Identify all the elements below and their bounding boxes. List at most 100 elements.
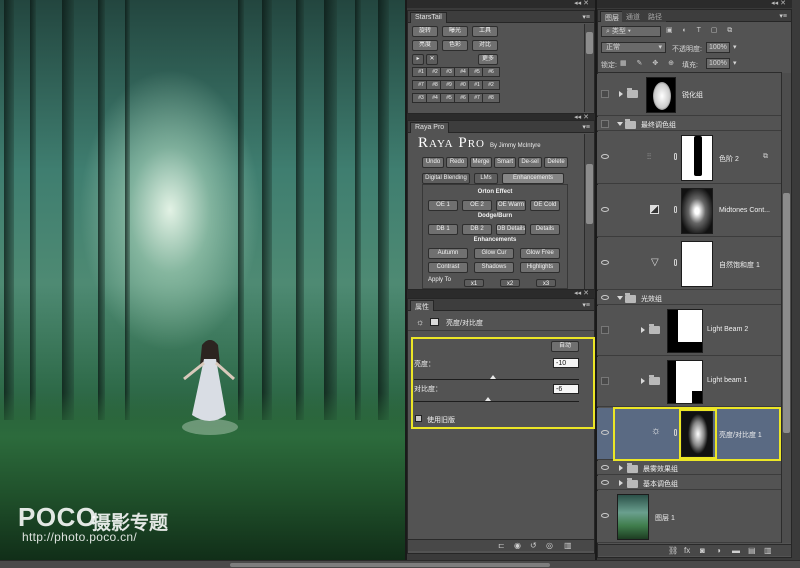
eye-icon[interactable] [601, 465, 609, 470]
layer-row-group[interactable]: Light Beam 2 [597, 306, 781, 356]
raya-desel-button[interactable]: De-sel [518, 157, 542, 168]
blend-mode-dropdown[interactable]: 正常 ▾ [601, 42, 666, 53]
layer-row-group[interactable]: 晨雾效果组 [597, 461, 781, 475]
brightness-slider-track[interactable] [414, 379, 579, 380]
panel-menu-icon[interactable]: ▾≡ [582, 123, 590, 131]
scrollbar-thumb[interactable] [783, 193, 790, 433]
layer-row[interactable]: 图层 1 [597, 491, 781, 543]
play-icon[interactable]: ▸ [412, 54, 424, 65]
scrollbar-thumb[interactable] [230, 563, 550, 567]
layer-row[interactable]: ⫶⫶ 色阶 2 ⧉ [597, 132, 781, 184]
eye-icon[interactable] [601, 260, 609, 265]
mask-icon[interactable] [430, 318, 439, 326]
apply-option[interactable]: x2 [500, 279, 520, 287]
raya-redo-button[interactable]: Redo [446, 157, 468, 168]
trash-icon[interactable]: ▥ [764, 546, 772, 555]
raya-db-details-button[interactable]: DB Details [496, 224, 526, 235]
expand-arrow-icon[interactable] [619, 465, 623, 471]
new-layer-icon[interactable]: ▤ [748, 546, 756, 555]
layers-scrollbar[interactable] [781, 73, 791, 543]
visibility-icon[interactable]: ◎ [546, 541, 553, 550]
raya-undo-button[interactable]: Undo [422, 157, 444, 168]
starstail-grid-button[interactable]: #8 [482, 93, 500, 103]
layer-row-group[interactable]: 最终调色组 [597, 117, 781, 131]
panel-menu-icon[interactable]: ▾≡ [779, 12, 787, 20]
eye-icon[interactable] [601, 513, 609, 518]
visibility-toggle[interactable] [601, 120, 609, 128]
layer-row-group[interactable]: Light beam 1 [597, 357, 781, 407]
apply-option[interactable]: x1 [464, 279, 484, 287]
view-previous-icon[interactable]: ◉ [514, 541, 521, 550]
starstail-grid-button[interactable]: #6 [482, 67, 500, 77]
contrast-slider-thumb[interactable] [485, 397, 491, 401]
eye-icon[interactable] [601, 295, 609, 300]
mask-icon[interactable]: ◙ [700, 546, 705, 555]
tab-layers[interactable]: 图层 [600, 11, 624, 22]
layer-row[interactable]: ▽ 自然饱和度 1 [597, 238, 781, 290]
window-horizontal-scrollbar[interactable] [0, 560, 800, 568]
starstail-more-button[interactable]: 更多 [478, 54, 498, 65]
raya-smart-button[interactable]: Smart [494, 157, 516, 168]
scrollbar-thumb[interactable] [586, 164, 593, 224]
visibility-toggle[interactable] [601, 90, 609, 98]
tab-paths[interactable]: 路径 [644, 11, 666, 22]
layer-filter-icons[interactable]: ▣ ◐ T ▢ ⧉ [666, 26, 776, 37]
scrollbar-thumb[interactable] [586, 32, 593, 54]
brightness-value-field[interactable]: -10 [553, 358, 579, 368]
raya-highlights-button[interactable]: Highlights [520, 262, 560, 273]
trash-icon[interactable]: ▥ [564, 541, 572, 550]
raya-contrast-button[interactable]: Contrast [428, 262, 468, 273]
reset-icon[interactable]: ↺ [530, 541, 537, 550]
adjustment-icon[interactable]: ◑ [716, 546, 721, 555]
raya-details-button[interactable]: Details [530, 224, 560, 235]
expand-arrow-icon[interactable] [619, 480, 623, 486]
expand-arrow-icon[interactable] [641, 378, 645, 384]
starstail-tools-button[interactable]: 工具 [472, 26, 498, 37]
eye-icon[interactable] [601, 207, 609, 212]
raya-glow-cur-button[interactable]: Glow Cur [474, 248, 514, 259]
collapse-arrow-icon[interactable] [617, 296, 623, 300]
brightness-slider-thumb[interactable] [490, 375, 496, 379]
starstail-rotate-button[interactable]: 旋转 [412, 26, 438, 37]
expand-arrow-icon[interactable] [641, 327, 645, 333]
tab-lms[interactable]: LMs [474, 173, 498, 184]
tab-digital-blending[interactable]: Digital Blending [422, 173, 470, 184]
eye-icon[interactable] [601, 154, 609, 159]
starstail-exposure-button[interactable]: 曝光 [442, 26, 468, 37]
lock-icons[interactable]: ▦ ✎ ✥ ⊕ [620, 59, 678, 67]
fill-field[interactable]: 100% [706, 58, 730, 69]
starstail-brightness-button[interactable]: 亮度 [412, 40, 438, 51]
layer-filter-dropdown[interactable]: ⌕ 类型 ▾ [601, 26, 661, 37]
contrast-slider-track[interactable] [414, 401, 579, 402]
starstail-scrollbar[interactable] [584, 24, 594, 112]
starstail-grid-button[interactable]: #2 [482, 80, 500, 90]
panel-menu-icon[interactable]: ▾≡ [582, 13, 590, 21]
raya-oe-cold-button[interactable]: OE Cold [530, 200, 560, 211]
collapse-arrow-icon[interactable] [617, 122, 623, 126]
visibility-toggle[interactable] [601, 326, 609, 334]
chevron-down-icon[interactable]: ▾ [733, 59, 737, 67]
raya-oe1-button[interactable]: OE 1 [428, 200, 458, 211]
link-icon[interactable]: ⛓ [668, 546, 678, 555]
chevron-down-icon[interactable]: ▾ [733, 43, 737, 51]
panel-menu-icon[interactable]: ▾≡ [582, 301, 590, 309]
auto-button[interactable]: 自动 [551, 341, 579, 352]
raya-oe-warm-button[interactable]: OE Warm [496, 200, 526, 211]
tab-channels[interactable]: 通道 [622, 11, 644, 22]
layer-row-group[interactable]: 锐化组 [597, 74, 781, 116]
raya-shadows-button[interactable]: Shadows [474, 262, 514, 273]
layer-row-group[interactable]: 光效组 [597, 291, 781, 305]
opacity-field[interactable]: 100% [706, 42, 730, 53]
raya-scrollbar[interactable] [584, 134, 594, 289]
raya-merge-button[interactable]: Merge [470, 157, 492, 168]
tab-properties[interactable]: 属性 [410, 300, 434, 311]
legacy-checkbox[interactable] [415, 415, 422, 422]
layer-row[interactable]: Midtones Cont... [597, 185, 781, 237]
tab-enhancements[interactable]: Enhancements [502, 173, 564, 184]
layer-row-group[interactable]: 基本调色组 [597, 476, 781, 490]
apply-option[interactable]: x3 [536, 279, 556, 287]
raya-oe2-button[interactable]: OE 2 [462, 200, 492, 211]
expand-arrow-icon[interactable] [619, 91, 623, 97]
contrast-value-field[interactable]: -6 [553, 384, 579, 394]
tab-raya-pro[interactable]: Raya Pro [410, 122, 450, 133]
